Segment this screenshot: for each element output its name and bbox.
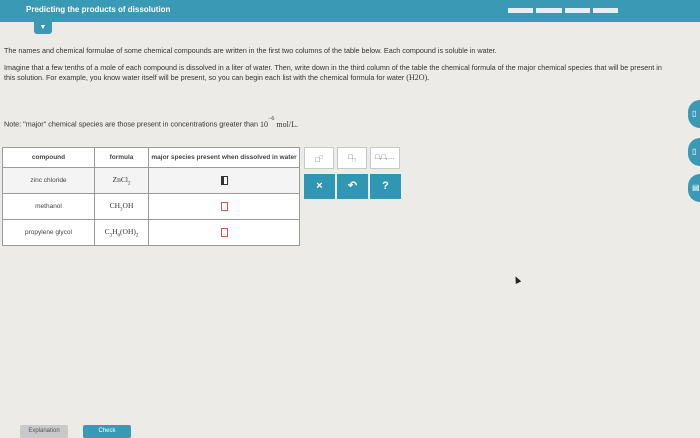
top-bar: Predicting the products of dissolution [0,0,700,22]
superscript-button[interactable]: □□ [304,147,334,169]
table-row: propylene glycol C3H6(OH)2 [2,219,300,246]
chevron-down-icon: ▼ [39,24,47,31]
compound-name: zinc chloride [2,167,95,194]
side-tab[interactable]: ▯ [688,138,700,166]
clear-button[interactable]: × [304,174,335,199]
column-header: formula [94,147,149,168]
subscript-box-icon: □□ [348,154,356,164]
collapse-button[interactable]: ▼ [34,22,52,34]
note-exponent: −6 [268,116,275,122]
help-icon: ? [382,180,389,192]
answer-cell[interactable] [148,167,300,194]
note-text: Note: "major" chemical species are those… [4,116,298,130]
answer-input[interactable] [220,176,228,185]
answer-cell[interactable] [148,193,300,220]
progress-segment [592,8,618,13]
superscript-box-icon: □□ [315,155,323,165]
undo-icon: ↶ [347,180,358,192]
instruction-text: Imagine that a few tenths of a mole of e… [4,63,662,82]
help-button[interactable]: ? [370,174,401,199]
note-prefix: Note: "major" chemical species are those… [4,119,259,129]
math-palette: □□ □□ □,□,… × ↶ ? [304,147,401,200]
column-header: compound [2,147,95,168]
progress-segment [564,8,590,13]
explanation-button[interactable]: Explanation [20,425,68,438]
progress-indicator [508,8,618,13]
answer-cell[interactable] [148,219,300,246]
answer-input[interactable] [220,228,228,237]
compound-formula: CH3OH [94,193,149,220]
compound-formula: C3H6(OH)2 [94,219,149,246]
note-value: 10−6 mol/L. [260,116,298,129]
side-tab[interactable]: ▯ [688,100,700,128]
subscript-button[interactable]: □□ [337,147,367,169]
compound-name: methanol [2,193,95,220]
undo-button[interactable]: ↶ [337,174,368,199]
side-tab-icon: ▯ [692,109,697,118]
instruction-paragraph-2: Imagine that a few tenths of a mole of e… [4,63,674,83]
clear-icon: × [316,180,323,192]
list-button[interactable]: □,□,… [370,147,400,169]
note-unit: mol/L. [276,119,298,129]
table-row: methanol CH3OH [2,193,300,220]
page-title: Predicting the products of dissolution [26,5,171,14]
instruction-paragraph-1: The names and chemical formulae of some … [4,46,497,55]
progress-segment [536,8,562,13]
progress-segment [508,8,534,13]
side-tab-icon: ▯ [692,147,697,156]
side-tab[interactable]: ▤ [688,174,700,202]
compounds-table: compound formula major species present w… [2,147,300,246]
side-tab-icon: ▤ [692,183,700,192]
column-header: major species present when dissolved in … [148,147,300,168]
table-header-row: compound formula major species present w… [2,147,300,168]
table-row: zinc chloride ZnCl2 [2,167,300,194]
answer-input[interactable] [220,202,228,211]
list-label: □,□,… [375,154,395,161]
check-button[interactable]: Check [83,425,131,438]
compound-formula: ZnCl2 [94,167,149,194]
water-formula: (H2O). [406,73,430,82]
note-base: 10 [260,119,269,129]
compound-name: propylene glycol [2,219,95,246]
mouse-pointer [512,275,522,284]
